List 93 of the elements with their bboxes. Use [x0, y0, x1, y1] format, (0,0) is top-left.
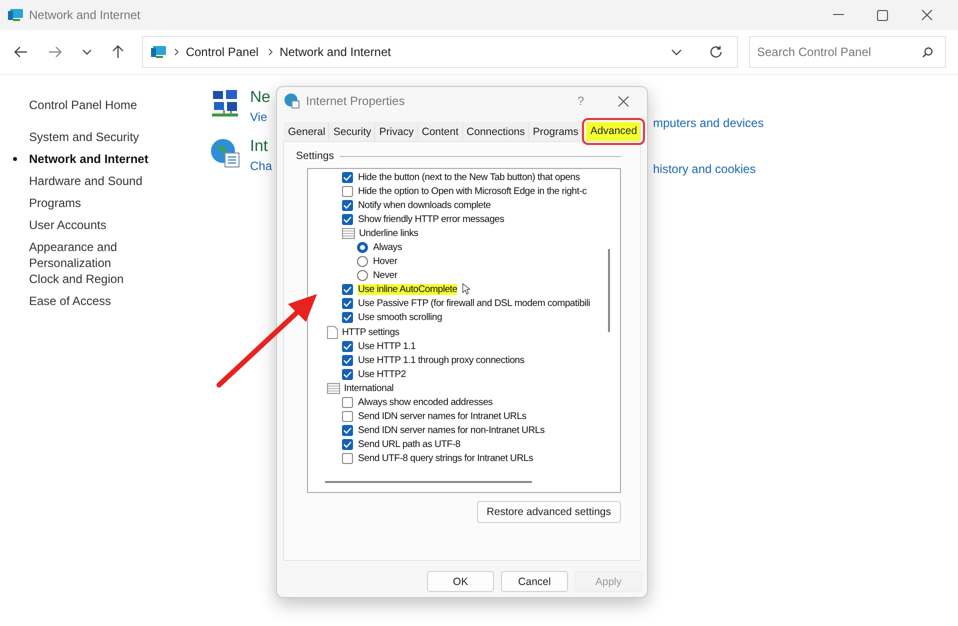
forward-arrow-icon[interactable] — [48, 46, 62, 58]
dialog-button[interactable]: OK — [427, 571, 494, 592]
tab[interactable]: General — [284, 122, 330, 141]
sidebar-item[interactable]: Hardware and Sound — [29, 173, 149, 189]
setting-label: Underline links — [359, 228, 418, 239]
checkbox[interactable] — [342, 354, 353, 366]
settings-group-icon — [342, 228, 355, 239]
setting-label: Use Passive FTP (for firewall and DSL modem compatibili — [358, 298, 590, 310]
setting-label: Hover — [373, 256, 398, 268]
sidebar-item[interactable]: Network and Internet — [29, 151, 149, 167]
setting-label: Send IDN server names for non-Intranet URLs — [358, 425, 545, 436]
sidebar-item[interactable]: Control Panel Home — [29, 97, 149, 113]
close-icon[interactable] — [921, 9, 933, 21]
setting-label: Send IDN server names for Intranet URLs — [358, 411, 526, 422]
address-bar[interactable]: Control Panel Network and Internet — [142, 36, 738, 68]
refresh-icon[interactable] — [709, 45, 723, 59]
radio-button[interactable] — [357, 242, 368, 254]
breadcrumb-item[interactable]: Network and Internet — [280, 45, 391, 59]
setting-label: Use HTTP2 — [358, 368, 406, 380]
setting-label: Use HTTP 1.1 through proxy connections — [358, 354, 524, 366]
checkbox[interactable] — [342, 340, 353, 352]
chevron-down-icon[interactable] — [671, 48, 682, 56]
setting-label: Always — [373, 242, 402, 254]
setting-label: Show friendly HTTP error messages — [358, 214, 504, 225]
checkbox[interactable] — [342, 284, 353, 296]
sidebar-item[interactable]: Programs — [29, 195, 149, 211]
sidebar-item[interactable]: System and Security — [29, 129, 149, 145]
checkbox[interactable] — [342, 200, 353, 211]
maximize-icon[interactable] — [877, 10, 888, 20]
horizontal-scrollbar[interactable] — [325, 481, 532, 483]
chevron-right-icon — [268, 48, 273, 56]
checkbox[interactable] — [342, 397, 353, 408]
category-link[interactable]: mputers and devices — [653, 116, 764, 130]
chevron-right-icon — [174, 48, 179, 56]
sidebar-item[interactable]: Appearance and Personalization — [29, 239, 149, 271]
sidebar-item[interactable]: User Accounts — [29, 217, 149, 233]
close-icon[interactable] — [618, 96, 629, 106]
window-title: Network and Internet — [29, 8, 140, 22]
sidebar-item[interactable]: Ease of Access — [29, 293, 149, 309]
setting-label: Send URL path as UTF-8 — [358, 439, 460, 450]
settings-group-icon — [327, 382, 340, 394]
setting-label: Send UTF-8 query strings for Intranet URLs — [358, 453, 534, 464]
category-title[interactable]: Int — [250, 138, 272, 156]
checkbox[interactable] — [342, 214, 353, 225]
search-field[interactable]: Search Control Panel — [749, 36, 946, 68]
search-icon — [922, 47, 933, 58]
control-panel-icon — [8, 8, 24, 22]
checkbox[interactable] — [342, 439, 353, 450]
tab[interactable]: Content — [418, 122, 463, 141]
sidebar-item[interactable]: Clock and Region — [29, 271, 149, 287]
dialog-title: Internet Properties — [306, 94, 405, 108]
category-link[interactable]: Vie — [250, 110, 270, 124]
tab[interactable]: Security — [329, 122, 376, 141]
globe-icon — [284, 93, 300, 109]
restore-button[interactable]: Restore advanced settings — [476, 501, 621, 523]
setting-label: International — [344, 382, 394, 394]
setting-label: Always show encoded addresses — [358, 397, 493, 408]
checkbox[interactable] — [342, 172, 353, 183]
page-icon — [327, 326, 338, 339]
setting-label: Hide the option to Open with Microsoft Edge in the right-c — [358, 186, 587, 197]
category-link[interactable]: Cha — [250, 159, 272, 173]
globe-document-icon[interactable] — [210, 138, 240, 168]
setting-label: Never — [373, 270, 398, 282]
checkbox[interactable] — [342, 453, 353, 464]
tab[interactable]: Connections — [462, 122, 529, 141]
group-label: Settings — [296, 150, 334, 162]
breadcrumb-item[interactable]: Control Panel — [186, 45, 259, 59]
setting-label: HTTP settings — [342, 326, 400, 338]
setting-label: Use HTTP 1.1 — [358, 340, 416, 352]
mouse-cursor-icon — [462, 283, 470, 295]
category-title[interactable]: Ne — [250, 89, 270, 107]
checkbox[interactable] — [342, 186, 353, 197]
dialog-button[interactable]: Cancel — [501, 571, 568, 592]
checkbox[interactable] — [342, 312, 353, 324]
radio-button[interactable] — [357, 270, 368, 282]
checkbox[interactable] — [342, 425, 353, 436]
category-link[interactable]: history and cookies — [653, 162, 764, 176]
checkbox[interactable] — [342, 411, 353, 422]
up-arrow-icon[interactable] — [112, 45, 124, 59]
minimize-icon[interactable] — [833, 14, 844, 16]
setting-label: Notify when downloads complete — [358, 200, 491, 211]
back-arrow-icon[interactable] — [14, 46, 28, 58]
tab[interactable]: Privacy — [375, 122, 418, 141]
setting-label: Hide the button (next to the New Tab button) that opens — [358, 172, 580, 183]
vertical-scrollbar[interactable] — [608, 249, 610, 332]
setting-label: Use smooth scrolling — [358, 312, 442, 324]
control-panel-icon — [150, 45, 167, 59]
checkbox[interactable] — [342, 298, 353, 310]
tab[interactable]: Programs — [528, 122, 582, 141]
chevron-down-icon[interactable] — [82, 49, 92, 55]
radio-button[interactable] — [357, 256, 368, 268]
checkbox[interactable] — [342, 368, 353, 380]
network-computers-icon[interactable] — [210, 89, 240, 119]
